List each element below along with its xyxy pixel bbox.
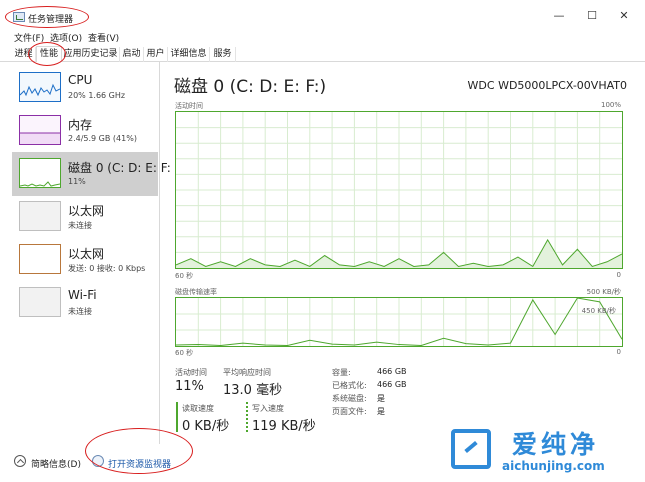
- sidebar-item-label: 内存: [68, 118, 93, 132]
- detail-capacity-value: 466 GB: [377, 367, 407, 376]
- watermark-title: 爱纯净: [512, 430, 600, 459]
- sidebar-item-sub: 发送: 0 接收: 0 Kbps: [68, 264, 146, 273]
- title-bar: 任务管理器 — ☐ ✕: [0, 0, 645, 30]
- wifi-thumbnail: [19, 287, 61, 317]
- ethernet-thumbnail: [19, 244, 61, 274]
- sidebar-item-cpu[interactable]: CPU 20% 1.66 GHz: [12, 66, 158, 110]
- write-speed-bar: [246, 402, 248, 432]
- tab-users[interactable]: 用户: [144, 47, 168, 62]
- transfer-rate-max: 500 KB/秒: [586, 288, 621, 296]
- sidebar-item-label: Wi-Fi: [68, 288, 97, 302]
- active-time-graph: [175, 111, 623, 269]
- disk-detail-panel: 磁盘 0 (C: D: E: F:) WDC WD5000LPCX-00VHAT…: [160, 62, 645, 444]
- cpu-thumbnail: [19, 72, 61, 102]
- detail-system-disk-value: 是: [377, 394, 385, 403]
- tab-services[interactable]: 服务: [210, 47, 236, 62]
- sidebar-item-sub: 11%: [68, 177, 86, 186]
- sidebar-item-sub: 未连接: [68, 307, 92, 316]
- open-resource-monitor-link[interactable]: 打开资源监视器: [108, 457, 171, 470]
- sidebar-item-ethernet-2[interactable]: 以太网 发送: 0 接收: 0 Kbps: [12, 238, 158, 282]
- menu-bar: 文件(F) 选项(O) 查看(V): [0, 30, 645, 45]
- tab-app-history[interactable]: 应用历史记录: [62, 47, 120, 62]
- disk-title: 磁盘 0 (C: D: E: F:): [174, 77, 327, 97]
- stat-active-value: 11%: [175, 379, 204, 394]
- transfer-rate-chart: [176, 298, 622, 346]
- transfer-rate-x-right: 0: [616, 348, 621, 356]
- site-watermark: 爱纯净 aichunjing.com: [447, 425, 645, 482]
- transfer-rate-mark: 450 KB/秒: [581, 307, 616, 315]
- resource-monitor-icon: [92, 455, 104, 467]
- sidebar-item-memory[interactable]: 内存 2.4/5.9 GB (41%): [12, 109, 158, 153]
- detail-formatted-label: 已格式化:: [332, 381, 367, 390]
- sidebar-item-sub: 未连接: [68, 221, 92, 230]
- detail-formatted-value: 466 GB: [377, 380, 407, 389]
- minimize-button[interactable]: —: [548, 7, 570, 25]
- sidebar-item-wifi[interactable]: Wi-Fi 未连接: [12, 281, 158, 325]
- task-manager-icon: [13, 12, 25, 22]
- tab-processes[interactable]: 进程: [12, 47, 36, 62]
- stat-write-label: 写入速度: [252, 404, 284, 413]
- tab-bar: 进程 性能 应用历史记录 启动 用户 详细信息 服务: [0, 45, 645, 62]
- stat-read-value: 0 KB/秒: [182, 419, 230, 434]
- active-time-max: 100%: [600, 101, 621, 109]
- sidebar-item-sub: 2.4/5.9 GB (41%): [68, 134, 137, 143]
- tab-startup[interactable]: 启动: [120, 47, 144, 62]
- watermark-logo-icon: [451, 429, 491, 469]
- transfer-rate-graph: 450 KB/秒: [175, 297, 623, 347]
- resource-sidebar: CPU 20% 1.66 GHz 内存 2.4/5.9 GB (41%) 磁盘 …: [0, 62, 171, 444]
- stat-active-label: 活动时间: [175, 368, 207, 377]
- sidebar-item-sub: 20% 1.66 GHz: [68, 91, 126, 100]
- ethernet-thumbnail: [19, 201, 61, 231]
- detail-capacity-label: 容量:: [332, 368, 351, 377]
- sidebar-item-ethernet-1[interactable]: 以太网 未连接: [12, 195, 158, 239]
- detail-page-file-value: 是: [377, 407, 385, 416]
- disk-thumbnail: [19, 158, 61, 188]
- sidebar-item-label: 以太网: [68, 204, 105, 218]
- sidebar-item-label: CPU: [68, 73, 93, 87]
- tab-details[interactable]: 详细信息: [168, 47, 210, 62]
- detail-page-file-label: 页面文件:: [332, 407, 367, 416]
- stat-write-value: 119 KB/秒: [252, 419, 316, 434]
- close-button[interactable]: ✕: [613, 7, 635, 25]
- menu-view[interactable]: 查看(V): [88, 31, 119, 44]
- transfer-rate-x-left: 60 秒: [175, 349, 194, 357]
- window-title: 任务管理器: [28, 15, 74, 25]
- stat-response-label: 平均响应时间: [223, 368, 271, 377]
- active-time-label: 活动时间: [175, 102, 203, 110]
- chevron-up-icon[interactable]: [14, 455, 26, 467]
- sidebar-item-label: 磁盘 0 (C: D: E: F:: [68, 161, 171, 175]
- menu-file[interactable]: 文件(F): [14, 31, 44, 44]
- sidebar-item-disk[interactable]: 磁盘 0 (C: D: E: F: 11%: [12, 152, 171, 196]
- menu-options[interactable]: 选项(O): [50, 31, 82, 44]
- watermark-url: aichunjing.com: [502, 459, 605, 473]
- transfer-rate-label: 磁盘传输速率: [175, 288, 217, 296]
- disk-model: WDC WD5000LPCX-00VHAT0: [467, 79, 627, 92]
- active-time-x-left: 60 秒: [175, 272, 194, 280]
- active-time-x-right: 0: [616, 271, 621, 279]
- brief-info-button[interactable]: 简略信息(D): [31, 457, 81, 470]
- read-speed-bar: [176, 402, 178, 432]
- sidebar-item-label: 以太网: [68, 247, 105, 261]
- active-time-chart: [176, 112, 622, 268]
- stat-response-value: 13.0 毫秒: [223, 383, 283, 398]
- stat-read-label: 读取速度: [182, 404, 214, 413]
- maximize-button[interactable]: ☐: [581, 7, 603, 25]
- detail-system-disk-label: 系统磁盘:: [332, 394, 367, 403]
- memory-thumbnail: [19, 115, 61, 145]
- tab-performance[interactable]: 性能: [36, 46, 62, 62]
